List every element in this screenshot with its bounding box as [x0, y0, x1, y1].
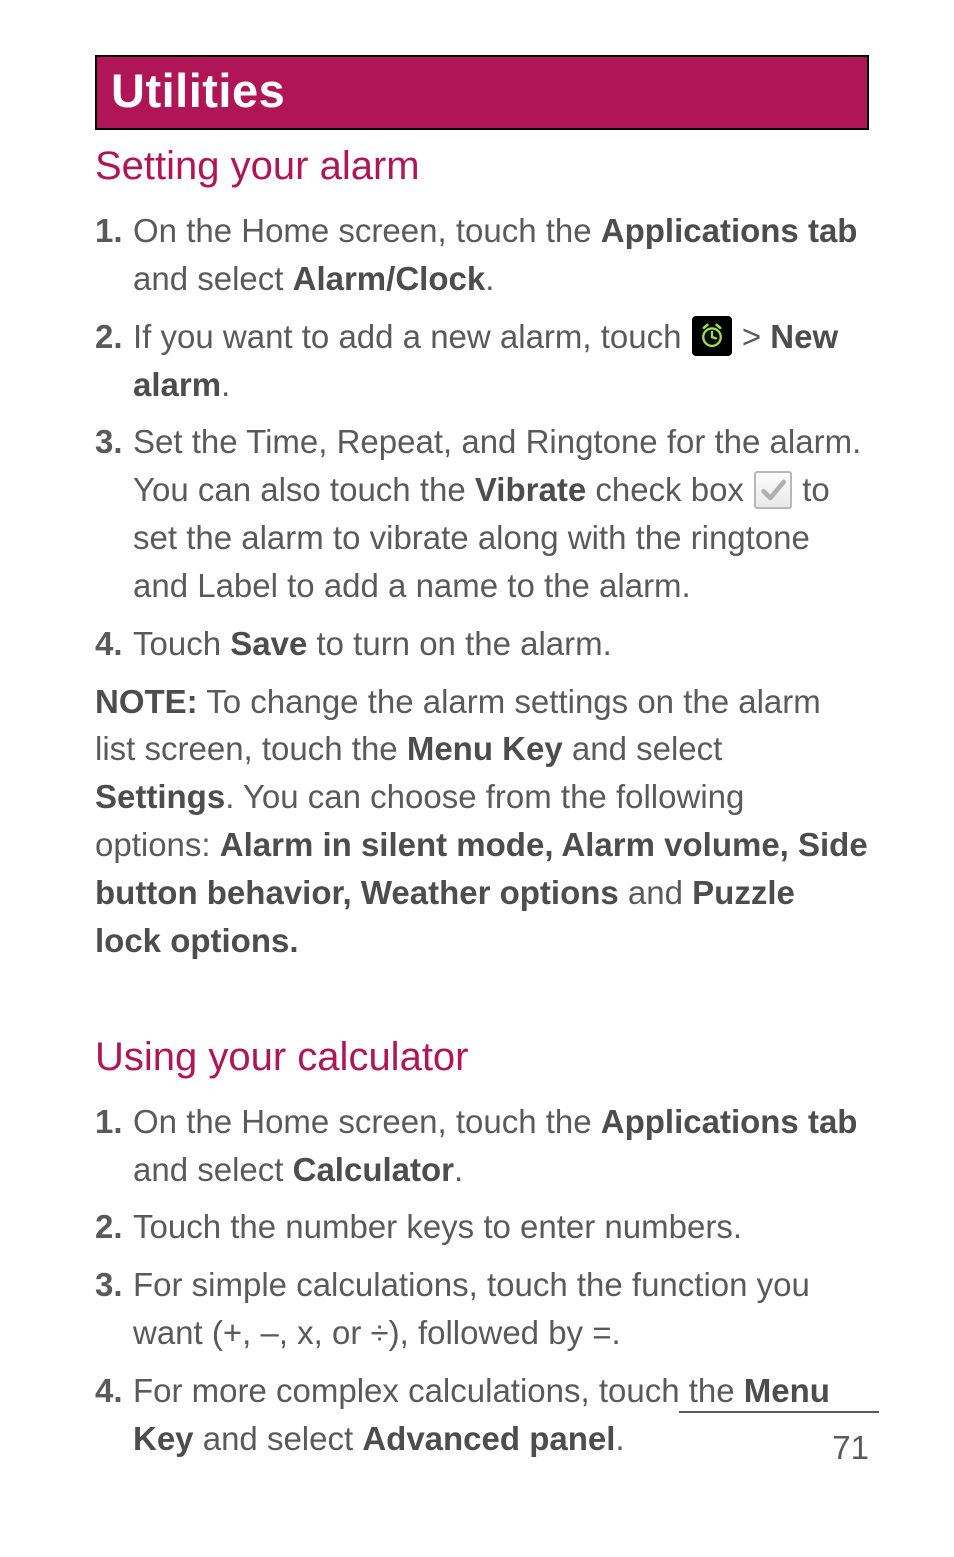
step-number: 3. — [95, 1261, 133, 1357]
manual-page: Utilities Setting your alarm 1. On the H… — [0, 0, 954, 1463]
list-item: 1. On the Home screen, touch the Applica… — [95, 1098, 869, 1194]
step-text: For simple calculations, touch the funct… — [133, 1261, 869, 1357]
step-number: 4. — [95, 620, 133, 668]
step-text: Touch Save to turn on the alarm. — [133, 620, 869, 668]
bold-text: Alarm/Clock — [293, 260, 486, 297]
page-number: 71 — [832, 1429, 869, 1467]
step-number: 2. — [95, 1203, 133, 1251]
section-heading-calculator: Using your calculator — [95, 1035, 869, 1080]
text-run: Touch — [133, 625, 230, 662]
banner: Utilities — [95, 55, 869, 130]
list-item: 3. Set the Time, Repeat, and Ringtone fo… — [95, 418, 869, 609]
list-item: 2. Touch the number keys to enter number… — [95, 1203, 869, 1251]
text-run: . — [454, 1151, 463, 1188]
banner-title: Utilities — [111, 64, 285, 117]
alarm-steps: 1. On the Home screen, touch the Applica… — [95, 207, 869, 668]
checkbox-icon — [754, 471, 792, 509]
list-item: 4. For more complex calculations, touch … — [95, 1367, 869, 1463]
list-item: 4. Touch Save to turn on the alarm. — [95, 620, 869, 668]
bold-text: Menu Key — [407, 730, 563, 767]
note-paragraph: NOTE: To change the alarm settings on th… — [95, 678, 869, 965]
text-run: and select — [194, 1420, 363, 1457]
text-run: check box — [586, 471, 753, 508]
step-number: 3. — [95, 418, 133, 609]
bold-text: Applications tab — [601, 1103, 858, 1140]
step-number: 4. — [95, 1367, 133, 1463]
bold-text: Save — [230, 625, 307, 662]
note-label: NOTE: — [95, 683, 198, 720]
step-number: 2. — [95, 313, 133, 409]
bold-text: Applications tab — [601, 212, 858, 249]
text-run: On the Home screen, touch the — [133, 1103, 601, 1140]
bold-text: Calculator — [293, 1151, 454, 1188]
bold-text: Advanced panel — [362, 1420, 615, 1457]
text-run: For more complex calculations, touch the — [133, 1372, 744, 1409]
text-run: and select — [563, 730, 723, 767]
text-run: If you want to add a new alarm, touch — [133, 318, 691, 355]
step-text: On the Home screen, touch the Applicatio… — [133, 1098, 869, 1194]
section-heading-alarm: Setting your alarm — [95, 144, 869, 189]
text-run: and select — [133, 1151, 293, 1188]
alarm-clock-icon — [692, 316, 732, 356]
step-text: For more complex calculations, touch the… — [133, 1367, 869, 1463]
list-item: 3. For simple calculations, touch the fu… — [95, 1261, 869, 1357]
list-item: 1. On the Home screen, touch the Applica… — [95, 207, 869, 303]
text-run: . — [221, 366, 230, 403]
bold-text: Settings — [95, 778, 225, 815]
step-text: On the Home screen, touch the Applicatio… — [133, 207, 869, 303]
step-text: If you want to add a new alarm, touch > … — [133, 313, 869, 409]
text-run: and — [619, 874, 692, 911]
bold-text: Vibrate — [475, 471, 586, 508]
step-number: 1. — [95, 1098, 133, 1194]
step-number: 1. — [95, 207, 133, 303]
text-run: and select — [133, 260, 293, 297]
calculator-steps: 1. On the Home screen, touch the Applica… — [95, 1098, 869, 1463]
step-text: Set the Time, Repeat, and Ringtone for t… — [133, 418, 869, 609]
list-item: 2. If you want to add a new alarm, touch… — [95, 313, 869, 409]
text-run: > — [733, 318, 771, 355]
step-text: Touch the number keys to enter numbers. — [133, 1203, 869, 1251]
text-run: to turn on the alarm. — [307, 625, 612, 662]
text-run: On the Home screen, touch the — [133, 212, 601, 249]
text-run: . — [485, 260, 494, 297]
text-run: . — [615, 1420, 624, 1457]
